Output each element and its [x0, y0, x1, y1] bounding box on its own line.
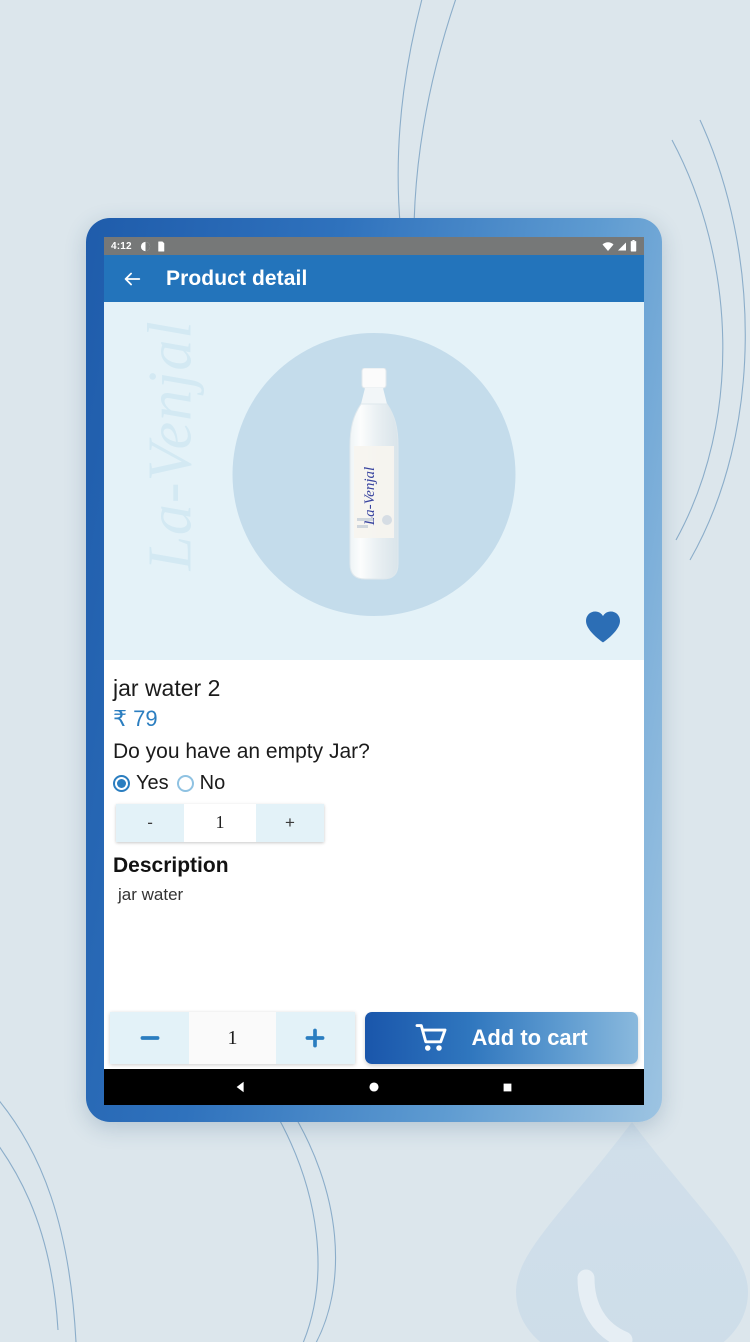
android-navigation-bar: [104, 1069, 644, 1105]
sim-card-icon: [158, 240, 165, 252]
app-bar: Product detail: [104, 255, 644, 302]
radio-unselected-icon: [176, 774, 194, 792]
product-details: jar water 2 ₹ 79 Do you have an empty Ja…: [104, 660, 644, 1007]
description-heading: Description: [113, 853, 229, 877]
status-bar-time: 4:12: [111, 240, 132, 252]
nav-back-button[interactable]: [234, 1080, 248, 1094]
product-image-area: La-Venjal La-Venjal: [104, 302, 644, 660]
plus-icon: [306, 1028, 325, 1048]
radio-option-yes[interactable]: Yes: [113, 772, 169, 795]
empty-jar-question: Do you have an empty Jar?: [113, 740, 370, 764]
cart-quantity-value: 1: [189, 1012, 276, 1064]
cart-decrement-button[interactable]: [110, 1012, 190, 1064]
back-triangle-icon: [236, 1081, 244, 1093]
cart-quantity-stepper: 1: [110, 1012, 355, 1064]
recents-square-icon: [503, 1083, 512, 1091]
back-button[interactable]: [120, 267, 144, 291]
brand-watermark: La-Venjal: [136, 320, 205, 571]
add-to-cart-label: Add to cart: [471, 1025, 588, 1050]
heart-filled-icon: [586, 611, 620, 643]
minus-icon: [140, 1036, 159, 1040]
shopping-cart-icon: [416, 1024, 447, 1051]
inline-decrement-button[interactable]: -: [116, 803, 185, 842]
page-title: Product detail: [166, 266, 308, 290]
radio-label-no: No: [199, 771, 226, 794]
radio-option-no[interactable]: No: [176, 771, 226, 795]
device-frame: 4:12 Product detail La-Venjal La-Venjal …: [86, 218, 662, 1122]
product-title: jar water 2: [113, 675, 221, 701]
nav-home-button[interactable]: [367, 1080, 381, 1094]
water-drop-decoration: [516, 1122, 748, 1342]
wifi-icon: [602, 241, 614, 251]
inline-quantity-stepper: - 1 +: [116, 803, 325, 842]
add-to-cart-button[interactable]: Add to cart: [365, 1012, 638, 1064]
favorite-button[interactable]: [584, 610, 622, 644]
inline-increment-button[interactable]: +: [255, 803, 325, 842]
radio-label-yes: Yes: [136, 771, 169, 794]
clock-icon: [140, 241, 150, 251]
home-circle-icon: [369, 1082, 380, 1092]
radio-selected-icon: [113, 774, 130, 792]
battery-icon: [630, 240, 637, 252]
svg-text:La-Venjal: La-Venjal: [362, 467, 378, 526]
status-bar-right-icons: [602, 240, 637, 252]
cart-increment-button[interactable]: [275, 1012, 355, 1064]
empty-jar-options: Yes No: [104, 766, 644, 795]
status-bar-left-icons: [140, 240, 166, 252]
status-bar: 4:12: [104, 237, 644, 255]
nav-recents-button[interactable]: [501, 1081, 514, 1094]
arrow-left-icon: [124, 272, 141, 285]
product-image-bottle: La-Venjal: [349, 368, 399, 580]
bottom-action-bar: 1 Add to cart: [104, 1007, 644, 1069]
device-screen: 4:12 Product detail La-Venjal La-Venjal …: [104, 237, 644, 1105]
product-price: ₹ 79: [113, 705, 158, 731]
description-text: jar water: [118, 884, 184, 904]
inline-quantity-value: 1: [184, 803, 256, 842]
signal-icon: [618, 242, 626, 250]
